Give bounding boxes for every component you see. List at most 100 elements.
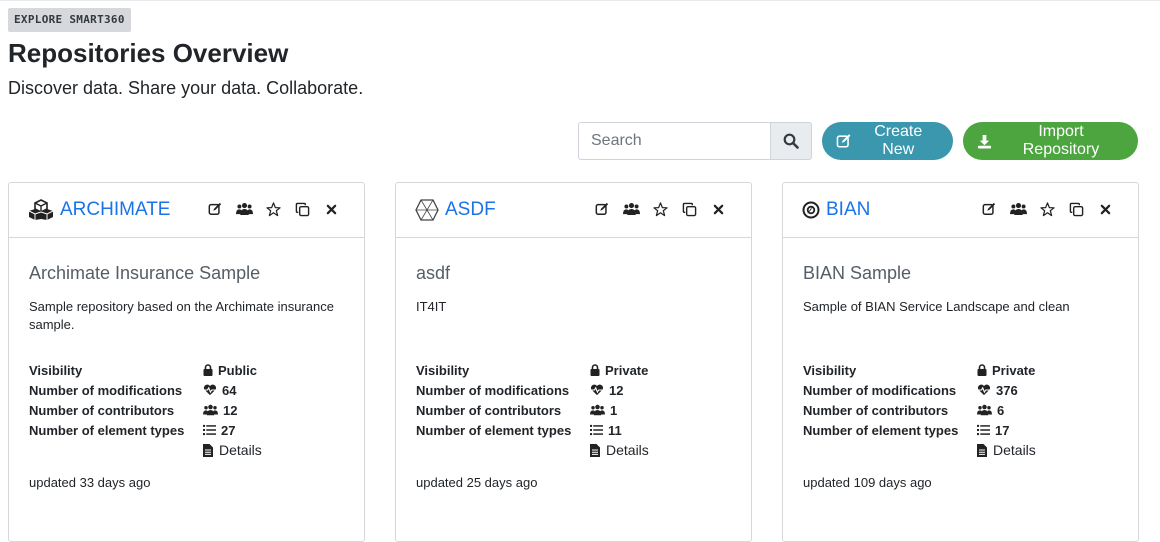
explore-badge[interactable]: EXPLORE SMART360 (8, 8, 131, 32)
stat-row-contributors: Number of contributors 6 (803, 400, 1118, 420)
stat-row-element-types: Number of element types 17 (803, 420, 1118, 440)
edit-icon[interactable] (206, 200, 224, 218)
stat-row-contributors: Number of contributors 1 (416, 400, 731, 420)
stat-label: Visibility (803, 362, 857, 378)
copy-icon[interactable] (680, 200, 698, 218)
repository-description: IT4IT (416, 299, 447, 314)
modifications-value: 12 (609, 382, 624, 398)
star-icon[interactable] (651, 200, 669, 218)
stat-row-visibility: Visibility Public (29, 360, 344, 380)
stat-value: 6 (977, 403, 1004, 418)
lock-icon (977, 364, 987, 376)
card-body: asdf IT4IT Visibility Private Number of … (396, 238, 751, 490)
close-icon[interactable] (709, 200, 727, 218)
users-icon[interactable] (622, 200, 640, 218)
stat-value: Private (590, 363, 648, 378)
stat-value: 11 (590, 423, 622, 438)
stat-value: 12 (590, 383, 623, 398)
element-types-value: 27 (221, 422, 236, 438)
repository-card: ARCHIMATE Archimate Insurance Sample Sam… (8, 182, 365, 542)
import-repository-button[interactable]: Import Repository (963, 122, 1138, 160)
card-title-link[interactable]: BIAN (826, 199, 870, 221)
visibility-value: Private (605, 362, 649, 378)
card-title[interactable]: ASDF (415, 199, 496, 221)
contributors-value: 6 (997, 402, 1005, 418)
stat-label: Number of modifications (803, 382, 957, 398)
card-actions (206, 200, 340, 218)
card-title-link[interactable]: ASDF (445, 199, 496, 221)
details-link[interactable]: Details (203, 440, 344, 460)
top-divider (0, 0, 1160, 1)
edit-icon[interactable] (980, 200, 998, 218)
element-types-value: 17 (995, 422, 1010, 438)
stat-label: Number of modifications (29, 382, 183, 398)
visibility-value: Public (218, 362, 258, 378)
star-icon[interactable] (1038, 200, 1056, 218)
list-icon (977, 424, 990, 436)
stat-label: Number of contributors (416, 402, 562, 418)
repository-name: Archimate Insurance Sample (29, 263, 261, 283)
details-link[interactable]: Details (977, 440, 1118, 460)
stat-row-visibility: Visibility Private (803, 360, 1118, 380)
repository-stats: Visibility Private Number of modificatio… (803, 360, 1118, 460)
stat-row-element-types: Number of element types 11 (416, 420, 731, 440)
card-title[interactable]: BIAN (802, 199, 870, 221)
repository-card: ASDF asdf IT4IT Visibility Private Numbe… (395, 182, 752, 542)
users-icon (977, 404, 992, 416)
card-body: Archimate Insurance Sample Sample reposi… (9, 238, 364, 490)
users-icon (590, 404, 605, 416)
hexagon-icon (415, 199, 439, 221)
stat-row-visibility: Visibility Private (416, 360, 731, 380)
edit-icon[interactable] (593, 200, 611, 218)
lock-icon (590, 364, 600, 376)
stat-value: 27 (203, 423, 235, 438)
stat-value: 1 (590, 403, 617, 418)
cubes-icon (28, 199, 54, 220)
updated-timestamp: updated 25 days ago (416, 475, 538, 490)
details-label: Details (993, 442, 1036, 458)
stat-value: 17 (977, 423, 1009, 438)
users-icon[interactable] (235, 200, 253, 218)
repository-name: BIAN Sample (803, 263, 912, 283)
close-icon[interactable] (322, 200, 340, 218)
target-circle-icon (802, 201, 820, 219)
card-title[interactable]: ARCHIMATE (28, 199, 170, 221)
copy-icon[interactable] (1067, 200, 1085, 218)
copy-icon[interactable] (293, 200, 311, 218)
repository-name: asdf (416, 263, 451, 283)
details-link[interactable]: Details (590, 440, 731, 460)
details-label: Details (606, 442, 649, 458)
stat-label: Number of modifications (416, 382, 570, 398)
close-icon[interactable] (1096, 200, 1114, 218)
stat-value: Public (203, 363, 257, 378)
stat-label: Visibility (29, 362, 83, 378)
heartbeat-icon (203, 384, 217, 396)
file-icon (590, 443, 600, 457)
card-title-link[interactable]: ARCHIMATE (60, 199, 170, 221)
file-icon (203, 443, 213, 457)
contributors-value: 12 (223, 402, 238, 418)
star-icon[interactable] (264, 200, 282, 218)
stat-label: Number of element types (803, 422, 959, 438)
create-new-button[interactable]: Create New (822, 122, 953, 160)
stat-label: Number of element types (416, 422, 572, 438)
stat-value: 64 (203, 383, 236, 398)
repository-card: BIAN BIAN Sample Sample of BIAN Service … (782, 182, 1139, 542)
card-header: BIAN (783, 183, 1138, 238)
visibility-value: Private (992, 362, 1036, 378)
import-repository-label: Import Repository (1022, 123, 1100, 158)
heartbeat-icon (590, 384, 604, 396)
stat-value: 12 (203, 403, 237, 418)
search-input[interactable] (578, 122, 770, 160)
element-types-value: 11 (608, 422, 622, 438)
repository-description: Sample repository based on the Archimate… (29, 299, 334, 332)
list-icon (590, 424, 603, 436)
stat-value: Private (977, 363, 1035, 378)
users-icon (203, 404, 218, 416)
users-icon[interactable] (1009, 200, 1027, 218)
file-icon (977, 443, 987, 457)
stat-label: Number of element types (29, 422, 185, 438)
contributors-value: 1 (610, 402, 618, 418)
stat-row-modifications: Number of modifications 64 (29, 380, 344, 400)
search-button[interactable] (770, 122, 812, 160)
